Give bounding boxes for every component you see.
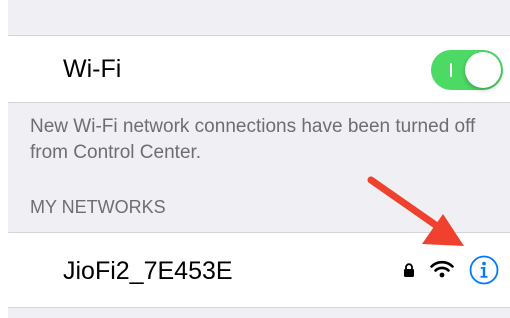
wifi-settings-screen: Wi-Fi New Wi-Fi network connections have… bbox=[8, 0, 510, 318]
network-row[interactable]: JioFi2_7E453E bbox=[8, 232, 510, 308]
toggle-knob bbox=[465, 52, 501, 88]
control-center-note: New Wi-Fi network connections have been … bbox=[30, 116, 476, 163]
wifi-signal-icon bbox=[430, 260, 454, 278]
toggle-on-mark bbox=[450, 63, 452, 77]
wifi-toggle-row: Wi-Fi bbox=[8, 35, 510, 103]
network-ssid: JioFi2_7E453E bbox=[63, 257, 233, 285]
info-icon[interactable] bbox=[469, 255, 499, 285]
lock-icon bbox=[404, 263, 414, 277]
my-networks-header: MY NETWORKS bbox=[30, 197, 166, 217]
wifi-toggle[interactable] bbox=[431, 50, 503, 90]
wifi-label: Wi-Fi bbox=[63, 55, 122, 83]
